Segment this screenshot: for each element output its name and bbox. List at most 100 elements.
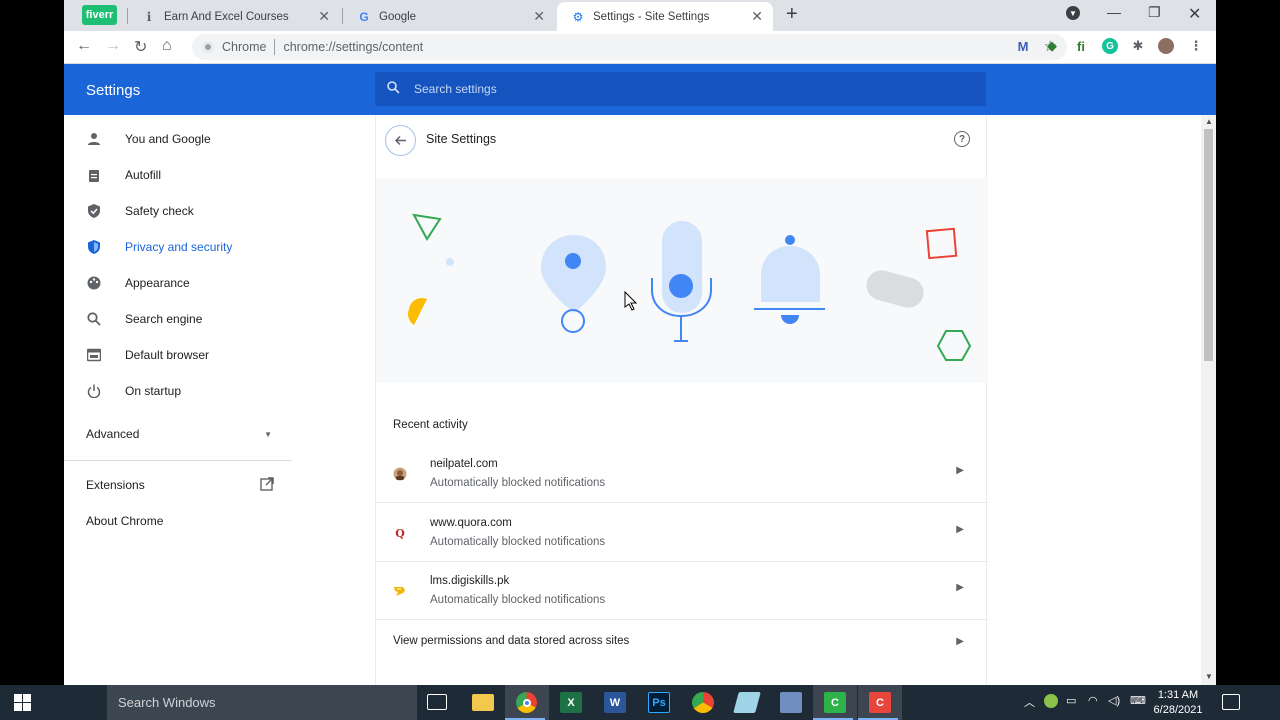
chrome-canary-icon[interactable] bbox=[692, 692, 714, 713]
notification-icon[interactable] bbox=[1222, 694, 1240, 710]
sidebar-item-label: Search engine bbox=[125, 312, 203, 326]
camtasia-green-icon[interactable]: C bbox=[824, 692, 846, 713]
search-input[interactable]: Search settings bbox=[375, 72, 986, 106]
sidebar-item-label: Safety check bbox=[125, 204, 194, 218]
scroll-up-icon[interactable]: ▲ bbox=[1205, 117, 1213, 126]
site-settings-illustration bbox=[376, 178, 988, 383]
battery-icon[interactable]: ▭ bbox=[1066, 694, 1076, 707]
close-icon[interactable]: ✕ bbox=[751, 8, 763, 25]
file-explorer-icon[interactable] bbox=[472, 694, 494, 711]
omnibox-divider bbox=[274, 39, 276, 55]
taskbar: Search Windows X W Ps C C ︿ ▭ ◠ ◁) ⌨ 1:3… bbox=[0, 685, 1280, 720]
close-window-icon[interactable]: ✕ bbox=[1188, 4, 1201, 24]
keyboard-icon[interactable]: ⌨ bbox=[1130, 694, 1146, 707]
tab-fiverr[interactable]: fiverr bbox=[82, 5, 117, 25]
reload-icon[interactable]: ↻ bbox=[134, 37, 147, 57]
scrollbar[interactable]: ▲ ▼ bbox=[1201, 115, 1216, 685]
sidebar-item-appearance[interactable]: Appearance bbox=[86, 273, 190, 293]
site-name: neilpatel.com bbox=[430, 458, 498, 470]
puzzle-icon[interactable]: ✱ bbox=[1130, 38, 1146, 54]
info-icon: i bbox=[146, 9, 152, 24]
shield-check-icon bbox=[86, 203, 102, 219]
list-item[interactable]: neilpatel.com Automatically blocked noti… bbox=[376, 445, 988, 503]
extension-globe-icon[interactable]: ◆ bbox=[1044, 38, 1060, 54]
chevron-right-icon: ▶ bbox=[956, 636, 964, 647]
chrome-taskbar-icon[interactable] bbox=[516, 692, 537, 713]
toolbar: ← → ↻ ⌂ Chrome chrome://settings/content… bbox=[64, 31, 1216, 64]
volume-icon[interactable]: ◁) bbox=[1108, 694, 1120, 707]
advanced-label: Advanced bbox=[86, 427, 140, 441]
tray-app-icon[interactable] bbox=[1044, 694, 1058, 708]
neilpatel-favicon bbox=[393, 467, 407, 481]
sidebar-about-chrome[interactable]: About Chrome bbox=[86, 511, 163, 531]
grammarly-icon[interactable]: G bbox=[1102, 38, 1118, 54]
sidebar-item-safety-check[interactable]: Safety check bbox=[86, 201, 194, 221]
tab-settings[interactable]: ⚙ Settings - Site Settings ✕ bbox=[557, 2, 773, 31]
chevron-right-icon: ▶ bbox=[956, 582, 964, 593]
task-view-icon[interactable] bbox=[427, 694, 447, 710]
power-icon bbox=[86, 383, 102, 399]
sidebar-item-label: Default browser bbox=[125, 348, 210, 362]
sidebar-item-search-engine[interactable]: Search engine bbox=[86, 309, 202, 329]
sidebar: You and Google Autofill Safety check Pri… bbox=[64, 115, 292, 685]
site-desc: Automatically blocked notifications bbox=[430, 594, 606, 606]
back-button[interactable] bbox=[385, 125, 416, 156]
sidebar-item-privacy[interactable]: Privacy and security bbox=[86, 237, 232, 257]
taskbar-search-placeholder: Search Windows bbox=[118, 695, 216, 710]
shield-icon bbox=[86, 239, 102, 255]
clipboard-icon bbox=[86, 167, 102, 183]
list-item[interactable]: lms.digiskills.pk Automatically blocked … bbox=[376, 562, 988, 620]
camtasia-red-icon[interactable]: C bbox=[869, 692, 891, 713]
restore-icon[interactable]: ❐ bbox=[1148, 4, 1161, 21]
view-permissions-link[interactable]: View permissions and data stored across … bbox=[376, 621, 988, 661]
minimize-icon[interactable]: — bbox=[1107, 4, 1121, 20]
site-label: Chrome bbox=[222, 40, 267, 54]
forward-icon[interactable]: → bbox=[105, 37, 121, 55]
sidebar-item-autofill[interactable]: Autofill bbox=[86, 165, 161, 185]
scrollbar-thumb[interactable] bbox=[1204, 129, 1213, 361]
close-icon[interactable]: ✕ bbox=[533, 8, 545, 25]
malwarebytes-icon[interactable]: M bbox=[1015, 38, 1031, 54]
chevron-right-icon: ▶ bbox=[956, 465, 964, 476]
word-icon[interactable]: W bbox=[604, 692, 626, 713]
excel-icon[interactable]: X bbox=[560, 692, 582, 713]
sidebar-advanced[interactable]: Advanced ▼ bbox=[86, 424, 272, 444]
tab-google[interactable]: G Google ✕ bbox=[343, 2, 555, 31]
omnibox[interactable]: Chrome chrome://settings/content ☆ bbox=[192, 34, 1067, 60]
digiskills-favicon bbox=[393, 584, 407, 598]
chevron-up-icon[interactable]: ︿ bbox=[1024, 694, 1035, 710]
fi-extension-icon[interactable]: fi bbox=[1073, 38, 1089, 54]
sidebar-item-you-and-google[interactable]: You and Google bbox=[86, 129, 211, 149]
avatar[interactable] bbox=[1158, 38, 1174, 54]
photoshop-icon[interactable]: Ps bbox=[648, 692, 670, 713]
tab-label: Google bbox=[379, 10, 417, 23]
site-chip[interactable]: Chrome bbox=[202, 40, 266, 54]
back-icon[interactable]: ← bbox=[76, 37, 92, 55]
app-installer-icon[interactable] bbox=[780, 692, 802, 713]
sidebar-item-default-browser[interactable]: Default browser bbox=[86, 345, 209, 365]
sidebar-extensions[interactable]: Extensions bbox=[86, 475, 274, 495]
clock[interactable]: 1:31 AM 6/28/2021 bbox=[1148, 688, 1208, 718]
app-icon[interactable] bbox=[733, 692, 761, 713]
sidebar-item-label: Autofill bbox=[125, 168, 162, 182]
page-title: Settings bbox=[86, 82, 141, 99]
tab-earn-excel[interactable]: i Earn And Excel Courses ✕ bbox=[128, 2, 340, 31]
help-icon[interactable]: ? bbox=[954, 131, 970, 147]
profile-dropdown-icon[interactable]: ▼ bbox=[1066, 6, 1080, 20]
close-icon[interactable]: ✕ bbox=[318, 8, 330, 25]
gear-icon: ⚙ bbox=[572, 9, 584, 24]
sidebar-item-on-startup[interactable]: On startup bbox=[86, 381, 181, 401]
windows-start-icon[interactable] bbox=[0, 685, 44, 720]
home-icon[interactable]: ⌂ bbox=[162, 37, 172, 55]
site-name: lms.digiskills.pk bbox=[430, 575, 510, 587]
new-tab-icon[interactable]: + bbox=[786, 3, 798, 26]
menu-dots-icon[interactable]: ⋮ bbox=[1188, 38, 1204, 54]
arrow-left-icon bbox=[394, 135, 406, 146]
browser-icon bbox=[86, 347, 102, 363]
palette-icon bbox=[86, 275, 102, 291]
quora-favicon: Q bbox=[395, 526, 405, 540]
taskbar-search[interactable]: Search Windows bbox=[107, 685, 417, 720]
scroll-down-icon[interactable]: ▼ bbox=[1205, 672, 1213, 681]
list-item[interactable]: Q www.quora.com Automatically blocked no… bbox=[376, 504, 988, 562]
wifi-icon[interactable]: ◠ bbox=[1088, 694, 1098, 707]
